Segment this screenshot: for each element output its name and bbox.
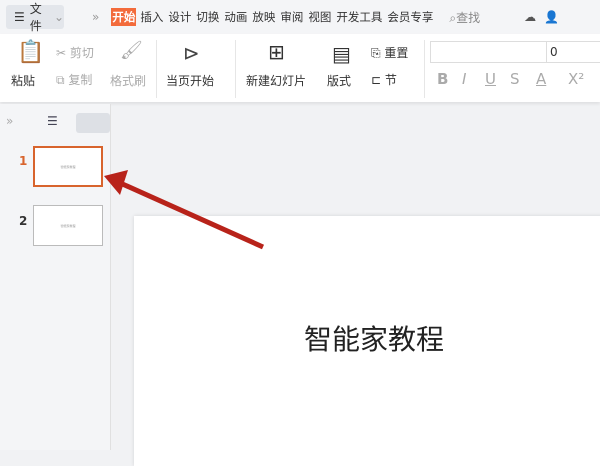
annotation-arrow [104, 170, 265, 250]
